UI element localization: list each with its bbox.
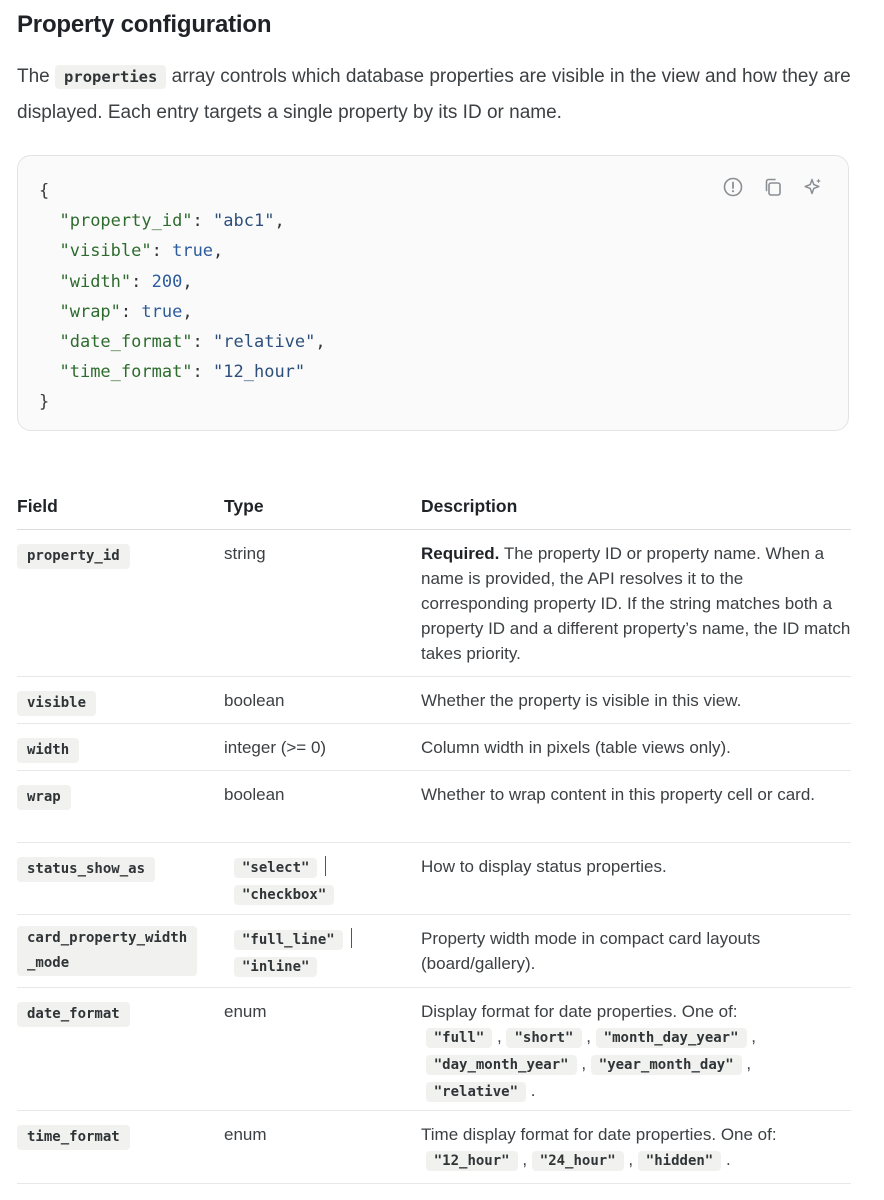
code-comma: , <box>315 332 326 353</box>
table-row: visible boolean Whether the property is … <box>17 677 851 724</box>
header-description: Description <box>421 496 518 516</box>
code-key: "wrap" <box>59 301 121 322</box>
properties-table: Field Type Description property_id strin… <box>17 485 851 1184</box>
field-type: boolean <box>224 691 285 710</box>
description-text: Display format for date properties. One … <box>421 1002 738 1021</box>
field-description: Whether the property is visible in this … <box>421 691 742 710</box>
field-name: status_show_as <box>17 857 156 882</box>
code-comma: , <box>213 241 224 262</box>
code-value: "relative" <box>213 332 316 353</box>
code-line: "time_format": "12_hour" <box>59 362 306 383</box>
union-separator <box>350 928 352 948</box>
type-option: "select" <box>234 858 318 878</box>
code-key: "property_id" <box>59 211 193 232</box>
table-row: width integer (>= 0) Column width in pix… <box>17 724 851 771</box>
enum-option: "hidden" <box>637 1151 722 1171</box>
field-description: Property width mode in compact card layo… <box>421 929 761 973</box>
code-value: "12_hour" <box>213 362 306 383</box>
type-option: "inline" <box>234 957 318 977</box>
code-comma: , <box>274 211 285 232</box>
field-type: integer (>= 0) <box>224 738 327 757</box>
code-toolbar <box>722 176 824 198</box>
code-block: { "property_id": "abc1", "visible": true… <box>17 155 849 431</box>
code-value: 200 <box>151 271 183 292</box>
code-line: "date_format": "relative", <box>59 332 326 353</box>
field-name: card_property_width _mode <box>17 926 198 976</box>
table-row: card_property_width _mode "full_line" "inl… <box>17 915 851 988</box>
info-icon[interactable] <box>722 176 744 198</box>
required-label: Required. <box>421 544 500 563</box>
code-key: "date_format" <box>59 332 193 353</box>
field-name: property_id <box>17 544 130 569</box>
code-line: "width": 200, <box>59 271 193 292</box>
page-title: Property configuration <box>17 11 272 38</box>
copy-icon[interactable] <box>762 176 784 198</box>
code-close-brace: } <box>39 392 50 413</box>
type-option: "full_line" <box>234 930 343 950</box>
enum-option: "24_hour" <box>531 1151 624 1171</box>
field-description: Required. The property ID or property na… <box>421 541 853 666</box>
field-name: visible <box>17 691 97 716</box>
table-row: status_show_as "select" "checkbox" How to… <box>17 843 851 915</box>
code-line: "wrap": true, <box>59 301 193 322</box>
inline-code-properties: properties <box>55 65 167 89</box>
enum-option: "relative" <box>425 1082 527 1102</box>
enum-option: "full" <box>425 1028 493 1048</box>
field-type: string <box>224 544 266 563</box>
code-comma: , <box>182 301 193 322</box>
table-header: Field Type Description <box>17 485 851 530</box>
enum-option: "month_day_year" <box>595 1028 747 1048</box>
field-description: Whether to wrap content in this property… <box>421 785 816 804</box>
field-description: Time display format for date properties.… <box>421 1125 777 1171</box>
sparkle-icon[interactable] <box>802 176 824 198</box>
field-name: time_format <box>17 1125 130 1150</box>
union-separator <box>325 856 327 876</box>
field-type: "select" "checkbox" <box>234 854 335 908</box>
intro-text-before: The <box>17 66 50 87</box>
description-text: Time display format for date properties.… <box>421 1125 777 1144</box>
code-value: true <box>172 241 214 262</box>
enum-option: "12_hour" <box>425 1151 518 1171</box>
code-comma: , <box>182 271 193 292</box>
enum-option: "short" <box>506 1028 582 1048</box>
table-row: date_format enum Display format for date… <box>17 988 851 1111</box>
code-value: "abc1" <box>213 211 275 232</box>
field-name: width <box>17 738 80 763</box>
field-type: enum <box>224 1002 267 1021</box>
code-value: true <box>141 301 183 322</box>
field-description: Column width in pixels (table views only… <box>421 738 731 757</box>
intro-paragraph: The properties array controls which data… <box>17 59 851 130</box>
field-type: enum <box>224 1125 267 1144</box>
field-type: "full_line" "inline" <box>234 926 352 980</box>
field-description: How to display status properties. <box>421 857 667 876</box>
code-content[interactable]: { "property_id": "abc1", "visible": true… <box>39 176 326 418</box>
field-description: Display format for date properties. One … <box>421 1002 756 1102</box>
field-type: boolean <box>224 785 285 804</box>
field-name: wrap <box>17 785 71 810</box>
field-name-part: _mode <box>27 955 70 971</box>
header-field: Field <box>17 496 58 516</box>
field-name-part: card_property_width <box>27 930 188 946</box>
type-option: "checkbox" <box>234 885 335 905</box>
code-line: "property_id": "abc1", <box>59 211 285 232</box>
code-key: "width" <box>59 271 132 292</box>
enum-option: "year_month_day" <box>590 1055 742 1075</box>
header-type: Type <box>224 496 264 516</box>
field-name: date_format <box>17 1002 130 1027</box>
code-open-brace: { <box>39 181 50 201</box>
table-row: wrap boolean Whether to wrap content in … <box>17 771 851 843</box>
table-row: property_id string Required. The propert… <box>17 530 851 677</box>
code-key: "visible" <box>59 241 152 262</box>
code-key: "time_format" <box>59 362 193 383</box>
table-row: time_format enum Time display format for… <box>17 1111 851 1184</box>
code-line: "visible": true, <box>59 241 224 262</box>
enum-option: "day_month_year" <box>425 1055 577 1075</box>
